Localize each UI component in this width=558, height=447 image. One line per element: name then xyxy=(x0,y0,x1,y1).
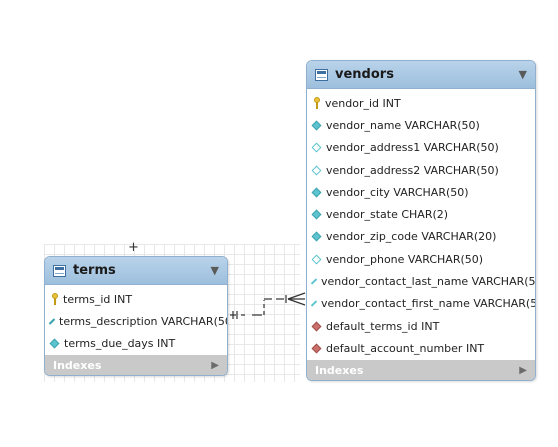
column-row[interactable]: default_account_number INT xyxy=(307,337,535,359)
vendors-table[interactable]: vendors ▼ vendor_id INT vendor_name VARC… xyxy=(306,60,536,381)
foreign-key-icon xyxy=(311,343,322,354)
vendors-columns: vendor_id INT vendor_name VARCHAR(50) ve… xyxy=(307,89,535,360)
not-null-column-icon xyxy=(49,338,60,349)
column-row[interactable]: vendor_state CHAR(2) xyxy=(307,203,535,225)
vendors-table-header[interactable]: vendors ▼ xyxy=(307,61,535,89)
column-label: vendor_address2 VARCHAR(50) xyxy=(326,163,499,177)
column-row[interactable]: vendor_phone VARCHAR(50) xyxy=(307,248,535,270)
not-null-column-icon xyxy=(311,120,322,131)
column-row[interactable]: vendor_city VARCHAR(50) xyxy=(307,181,535,203)
expand-triangle-icon[interactable]: ▶ xyxy=(519,365,527,376)
column-label: terms_id INT xyxy=(63,292,133,306)
column-label: terms_description VARCHAR(50) xyxy=(59,314,228,328)
foreign-key-icon xyxy=(311,321,322,332)
column-row[interactable]: vendor_contact_last_name VARCHAR(50) xyxy=(307,270,535,292)
nullable-column-icon xyxy=(311,142,322,153)
indexes-bar[interactable]: Indexes ▶ xyxy=(45,354,227,375)
expand-triangle-icon[interactable]: ▶ xyxy=(211,360,219,371)
not-null-column-icon xyxy=(311,231,322,242)
column-label: vendor_name VARCHAR(50) xyxy=(326,118,480,132)
column-row[interactable]: vendor_zip_code VARCHAR(20) xyxy=(307,226,535,248)
collapse-triangle-icon[interactable]: ▼ xyxy=(519,68,527,81)
column-label: vendor_city VARCHAR(50) xyxy=(326,185,469,199)
column-label: default_terms_id INT xyxy=(326,319,440,333)
column-label: default_account_number INT xyxy=(326,341,485,355)
terms-table-header[interactable]: terms ▼ xyxy=(45,257,227,285)
column-row[interactable]: terms_description VARCHAR(50) xyxy=(45,310,227,332)
nullable-column-icon xyxy=(310,300,318,307)
terms-columns: terms_id INT terms_description VARCHAR(5… xyxy=(45,285,227,355)
terms-table-title: terms xyxy=(73,263,116,278)
column-row[interactable]: vendor_address1 VARCHAR(50) xyxy=(307,137,535,159)
terms-table[interactable]: terms ▼ terms_id INT terms_description V… xyxy=(44,256,228,376)
not-null-column-icon xyxy=(48,318,56,325)
vendors-table-title: vendors xyxy=(335,67,394,82)
column-label: vendor_id INT xyxy=(325,96,401,110)
column-label: vendor_contact_last_name VARCHAR(50) xyxy=(321,275,536,289)
indexes-label: Indexes xyxy=(53,359,102,373)
column-row[interactable]: vendor_id INT xyxy=(307,92,535,114)
column-label: terms_due_days INT xyxy=(64,337,176,351)
indexes-label: Indexes xyxy=(315,364,364,378)
column-row[interactable]: vendor_address2 VARCHAR(50) xyxy=(307,159,535,181)
column-row[interactable]: vendor_name VARCHAR(50) xyxy=(307,114,535,136)
nullable-column-icon xyxy=(311,254,322,265)
collapse-triangle-icon[interactable]: ▼ xyxy=(211,264,219,277)
column-label: vendor_address1 VARCHAR(50) xyxy=(326,141,499,155)
indexes-bar[interactable]: Indexes ▶ xyxy=(307,359,535,380)
primary-key-icon xyxy=(313,97,321,110)
column-row[interactable]: vendor_contact_first_name VARCHAR(50) xyxy=(307,293,535,315)
column-label: vendor_phone VARCHAR(50) xyxy=(326,252,484,266)
nullable-column-icon xyxy=(310,278,318,285)
primary-key-icon xyxy=(51,293,59,306)
column-row[interactable]: terms_due_days INT xyxy=(45,333,227,355)
column-row[interactable]: terms_id INT xyxy=(45,288,227,310)
column-row[interactable]: default_terms_id INT xyxy=(307,315,535,337)
table-icon xyxy=(315,68,328,81)
not-null-column-icon xyxy=(311,187,322,198)
column-label: vendor_contact_first_name VARCHAR(50) xyxy=(321,297,536,311)
column-label: vendor_state CHAR(2) xyxy=(326,208,449,222)
not-null-column-icon xyxy=(311,209,322,220)
column-label: vendor_zip_code VARCHAR(20) xyxy=(326,230,497,244)
table-icon xyxy=(53,264,66,277)
nullable-column-icon xyxy=(311,165,322,175)
